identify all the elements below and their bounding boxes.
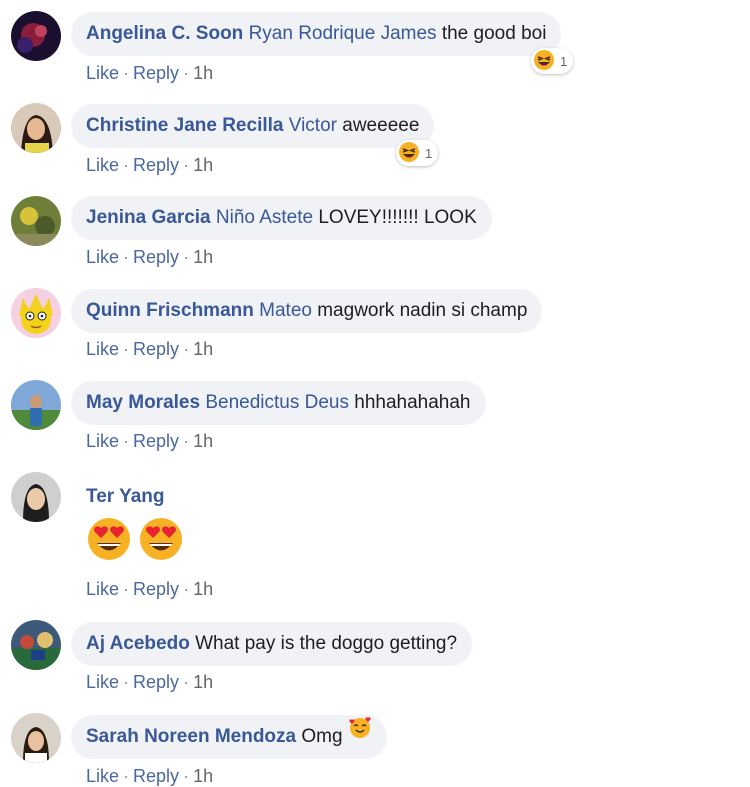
emoji-comment [86, 516, 184, 568]
comment-actions: Like · Reply · 1h [86, 431, 213, 452]
reply-button[interactable]: Reply [133, 431, 179, 451]
reply-button[interactable]: Reply [133, 766, 179, 786]
comment-author[interactable]: Jenina Garcia [86, 207, 211, 228]
comment-actions: Like · Reply · 1h [86, 247, 213, 268]
comment-text: Omg [301, 726, 343, 747]
comment-text: LOVEY!!!!!!! LOOK [318, 207, 477, 228]
reaction-count: 1 [560, 53, 568, 69]
like-button[interactable]: Like [86, 247, 119, 267]
comment-text: the good boi [441, 23, 547, 44]
comment-author[interactable]: Sarah Noreen Mendoza [86, 726, 296, 747]
separator: · [123, 579, 130, 599]
laughing-emoji-icon [533, 49, 555, 74]
tagged-user[interactable]: Victor [289, 115, 337, 136]
like-button[interactable]: Like [86, 155, 119, 175]
like-button[interactable]: Like [86, 339, 119, 359]
comment-timestamp[interactable]: 1h [193, 766, 213, 786]
reaction-badge[interactable]: 1 [531, 48, 574, 74]
like-button[interactable]: Like [86, 431, 119, 451]
comment-author[interactable]: Christine Jane Recilla [86, 115, 283, 136]
comment-author[interactable]: Quinn Frischmann [86, 300, 254, 321]
tagged-user[interactable]: Ryan Rodrique James [249, 23, 437, 44]
comment-author[interactable]: Angelina C. Soon [86, 23, 243, 44]
heart-eyes-emoji-icon [138, 516, 184, 568]
avatar[interactable] [11, 380, 61, 430]
comment-timestamp[interactable]: 1h [193, 155, 213, 175]
avatar[interactable] [11, 196, 61, 246]
separator: · [183, 247, 190, 267]
reply-button[interactable]: Reply [133, 247, 179, 267]
avatar[interactable] [11, 472, 61, 522]
comment-timestamp[interactable]: 1h [193, 672, 213, 692]
reply-button[interactable]: Reply [133, 339, 179, 359]
comment-actions: Like · Reply · 1h [86, 339, 213, 360]
smiling-face-with-hearts-emoji-icon [348, 713, 372, 757]
comment-bubble: Angelina C. Soon Ryan Rodrique James the… [71, 12, 562, 56]
separator: · [183, 579, 190, 599]
reply-button[interactable]: Reply [133, 155, 179, 175]
separator: · [183, 339, 190, 359]
comment-timestamp[interactable]: 1h [193, 431, 213, 451]
separator: · [123, 431, 130, 451]
comment-author[interactable]: Ter Yang [86, 486, 165, 508]
separator: · [123, 247, 130, 267]
comment-timestamp[interactable]: 1h [193, 63, 213, 83]
avatar[interactable] [11, 11, 61, 61]
avatar[interactable] [11, 713, 61, 763]
comment-text: magwork nadin si champ [317, 300, 528, 321]
comment-timestamp[interactable]: 1h [193, 339, 213, 359]
comment-bubble: Quinn Frischmann Mateo magwork nadin si … [71, 289, 543, 333]
comment-timestamp[interactable]: 1h [193, 579, 213, 599]
separator: · [123, 766, 130, 786]
separator: · [123, 63, 130, 83]
tagged-user[interactable]: Niño Astete [216, 207, 313, 228]
heart-eyes-emoji-icon [86, 516, 132, 568]
tagged-user[interactable]: Benedictus Deus [205, 392, 349, 413]
comment-text: hhhahahahah [354, 392, 471, 413]
comment-text: What pay is the doggo getting? [195, 633, 458, 654]
comment-bubble: May Morales Benedictus Deus hhhahahahah [71, 381, 486, 425]
separator: · [183, 766, 190, 786]
reply-button[interactable]: Reply [133, 672, 179, 692]
separator: · [183, 672, 190, 692]
separator: · [183, 63, 190, 83]
comment-bubble: Jenina Garcia Niño Astete LOVEY!!!!!!! L… [71, 196, 492, 240]
comment-actions: Like · Reply · 1h [86, 63, 213, 84]
avatar[interactable] [11, 288, 61, 338]
separator: · [183, 431, 190, 451]
tagged-user[interactable]: Mateo [259, 300, 312, 321]
like-button[interactable]: Like [86, 579, 119, 599]
reply-button[interactable]: Reply [133, 63, 179, 83]
comment-bubble: Christine Jane Recilla Victor aweeeee [71, 104, 435, 148]
comment-bubble: Sarah Noreen Mendoza Omg [71, 715, 387, 759]
like-button[interactable]: Like [86, 63, 119, 83]
separator: · [123, 672, 130, 692]
reply-button[interactable]: Reply [133, 579, 179, 599]
separator: · [183, 155, 190, 175]
comment-text: aweeeee [342, 115, 420, 136]
avatar[interactable] [11, 103, 61, 153]
separator: · [123, 155, 130, 175]
reaction-count: 1 [425, 145, 433, 161]
comment-actions: Like · Reply · 1h [86, 155, 213, 176]
reaction-badge[interactable]: 1 [396, 140, 439, 166]
separator: · [123, 339, 130, 359]
like-button[interactable]: Like [86, 672, 119, 692]
like-button[interactable]: Like [86, 766, 119, 786]
comment-author[interactable]: Aj Acebedo [86, 633, 190, 654]
comment-bubble: Aj Acebedo What pay is the doggo getting… [71, 622, 473, 666]
comment-timestamp[interactable]: 1h [193, 247, 213, 267]
comment-actions: Like · Reply · 1h [86, 672, 213, 693]
comment-author[interactable]: May Morales [86, 392, 200, 413]
avatar[interactable] [11, 620, 61, 670]
laughing-emoji-icon [398, 141, 420, 166]
comment-actions: Like · Reply · 1h [86, 579, 213, 600]
